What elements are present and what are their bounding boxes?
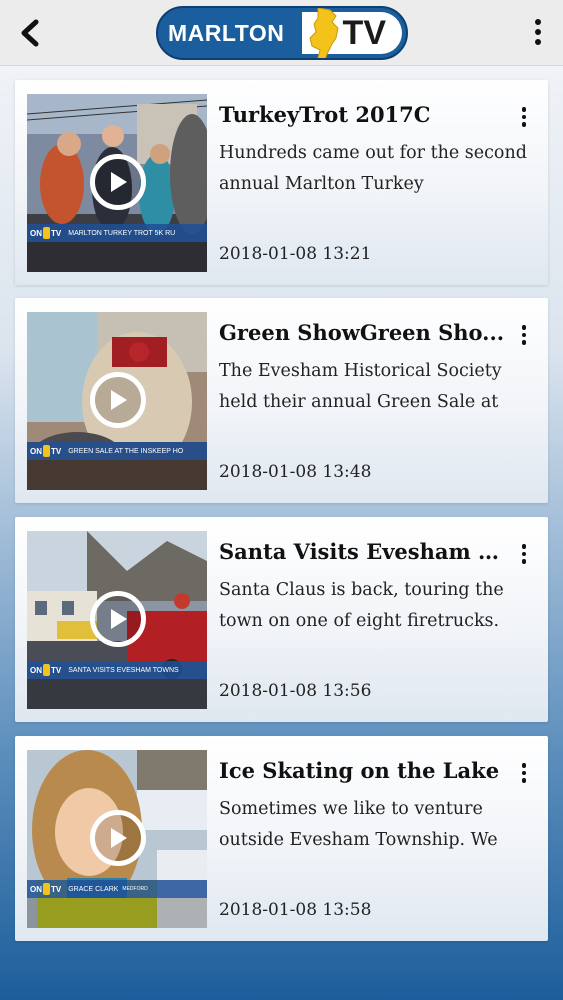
video-card[interactable]: ON TV GRACE CLARK MEDFORD Ice Skating on … — [15, 736, 548, 941]
video-date: 2018-01-08 13:58 — [219, 900, 372, 920]
video-card[interactable]: ON TV SANTA VISITS EVESHAM TOWNS Santa Vi… — [15, 517, 548, 722]
new-jersey-map-icon — [309, 8, 339, 58]
play-button[interactable] — [90, 810, 146, 866]
new-jersey-map-icon — [43, 227, 50, 239]
video-description: Sometimes we like to venture outside Eve… — [219, 799, 498, 850]
new-jersey-map-icon — [43, 883, 50, 895]
play-icon — [111, 609, 127, 629]
overflow-menu-button[interactable] — [527, 14, 549, 50]
card-options-button[interactable] — [515, 322, 533, 348]
new-jersey-map-icon — [43, 445, 50, 457]
video-description: Hundreds came out for the second annual … — [219, 143, 527, 194]
video-title[interactable]: Ice Skating on the Lake — [219, 758, 509, 783]
video-card[interactable]: ON TV MARLTON TURKEY TROT 5K RU TurkeyTro… — [15, 80, 548, 285]
ticker-logo: ON TV — [30, 883, 62, 895]
video-date: 2018-01-08 13:56 — [219, 681, 372, 701]
more-vertical-icon — [521, 325, 527, 330]
video-title[interactable]: TurkeyTrot 2017C — [219, 102, 509, 127]
play-icon — [111, 172, 127, 192]
more-vertical-icon — [521, 107, 527, 112]
card-options-button[interactable] — [515, 104, 533, 130]
video-ticker: ON TV SANTA VISITS EVESHAM TOWNS — [27, 661, 207, 679]
ticker-logo: ON TV — [30, 664, 62, 676]
marlton-tv-logo: MARLTON TV — [156, 6, 408, 60]
play-icon — [111, 828, 127, 848]
video-title[interactable]: Santa Visits Evesham T... — [219, 539, 509, 564]
video-ticker: ON TV MARLTON TURKEY TROT 5K RU — [27, 224, 207, 242]
ticker-subtext: MEDFORD — [122, 886, 148, 892]
video-thumbnail[interactable]: ON TV GRACE CLARK MEDFORD — [27, 750, 207, 928]
card-options-button[interactable] — [515, 541, 533, 567]
video-date: 2018-01-08 13:48 — [219, 462, 372, 482]
video-thumbnail[interactable]: ON TV GREEN SALE AT THE INSKEEP HO — [27, 312, 207, 490]
ticker-logo: ON TV — [30, 227, 62, 239]
new-jersey-map-icon — [43, 664, 50, 676]
video-thumbnail[interactable]: ON TV MARLTON TURKEY TROT 5K RU — [27, 94, 207, 272]
ticker-text: MARLTON TURKEY TROT 5K RU — [68, 229, 176, 237]
chevron-left-icon — [21, 19, 39, 47]
more-vertical-icon — [521, 544, 527, 549]
video-description: The Evesham Historical Society held thei… — [219, 361, 502, 412]
video-description: Santa Claus is back, touring the town on… — [219, 580, 504, 631]
back-button[interactable] — [14, 16, 46, 50]
video-date: 2018-01-08 13:21 — [219, 244, 372, 264]
more-vertical-icon — [521, 763, 527, 768]
video-ticker: ON TV GREEN SALE AT THE INSKEEP HO — [27, 442, 207, 460]
app-header: MARLTON TV — [0, 0, 563, 66]
more-vertical-icon — [535, 19, 541, 25]
ticker-text: SANTA VISITS EVESHAM TOWNS — [68, 666, 179, 674]
card-options-button[interactable] — [515, 760, 533, 786]
play-icon — [111, 390, 127, 410]
logo-text-marlton: MARLTON — [168, 19, 285, 46]
video-card[interactable]: ON TV GREEN SALE AT THE INSKEEP HO Green … — [15, 298, 548, 503]
video-title[interactable]: Green ShowGreen Sho... — [219, 320, 509, 345]
play-button[interactable] — [90, 154, 146, 210]
play-button[interactable] — [90, 591, 146, 647]
play-button[interactable] — [90, 372, 146, 428]
video-ticker: ON TV GRACE CLARK MEDFORD — [27, 880, 207, 898]
ticker-logo: ON TV — [30, 445, 62, 457]
ticker-text: GRACE CLARK — [68, 885, 119, 893]
video-thumbnail[interactable]: ON TV SANTA VISITS EVESHAM TOWNS — [27, 531, 207, 709]
ticker-text: GREEN SALE AT THE INSKEEP HO — [68, 447, 184, 455]
